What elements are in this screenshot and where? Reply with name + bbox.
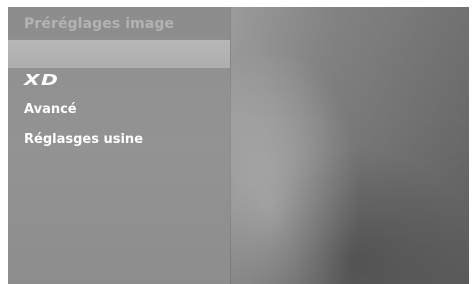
menu-title-bar: Préréglages image: [8, 7, 230, 39]
menu-item-xd[interactable]: XD: [24, 71, 59, 89]
menu-title: Préréglages image: [24, 16, 175, 32]
menu-item-factory-settings[interactable]: Réglasges usine: [24, 132, 143, 147]
menu-item-advanced[interactable]: Avancé: [24, 102, 77, 117]
menu-item-selected-highlight[interactable]: [8, 40, 230, 68]
tv-screen: Préréglages image XD Avancé Réglasges us…: [0, 0, 473, 284]
picture-presets-menu: Préréglages image XD Avancé Réglasges us…: [8, 7, 230, 284]
